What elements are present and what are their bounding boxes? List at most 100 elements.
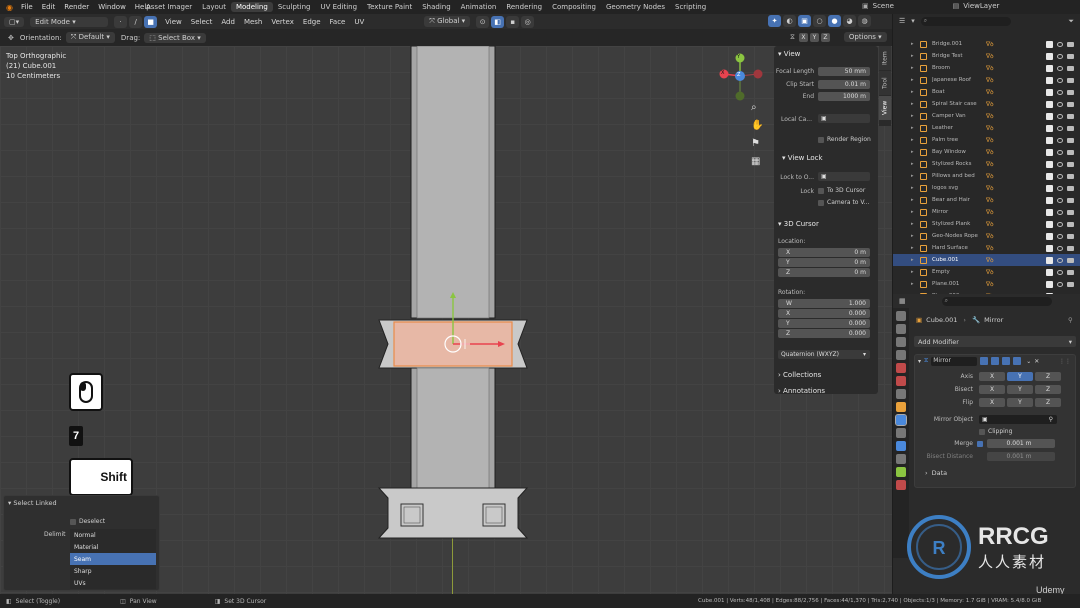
expand-arrow-icon[interactable]: ▸ bbox=[911, 257, 920, 263]
gizmo-toggle-icon[interactable]: ✦ bbox=[768, 15, 781, 27]
exclude-checkbox[interactable] bbox=[1046, 52, 1053, 60]
outliner-row[interactable]: ▸ Camper Van ∇ꝺ bbox=[893, 110, 1080, 122]
visibility-eye-icon[interactable] bbox=[1057, 161, 1063, 167]
cursor-location-y[interactable]: Y0 m bbox=[778, 258, 870, 267]
on-cage-toggle-icon[interactable] bbox=[991, 357, 1000, 365]
exclude-checkbox[interactable] bbox=[1046, 280, 1053, 288]
cursor-rotation-w[interactable]: W 1.000 bbox=[778, 299, 870, 308]
menu-window[interactable]: Window bbox=[98, 3, 126, 11]
visibility-eye-icon[interactable] bbox=[1057, 257, 1063, 263]
outliner-row[interactable]: ▸ Bay Window ∇ꝺ bbox=[893, 146, 1080, 158]
menu-add[interactable]: Add bbox=[221, 18, 235, 26]
shading-wire-icon[interactable]: ○ bbox=[813, 15, 826, 27]
tab-animation[interactable]: Animation bbox=[456, 2, 502, 12]
visibility-eye-icon[interactable] bbox=[1057, 65, 1063, 71]
merge-distance-field[interactable]: 0.001 m bbox=[987, 439, 1055, 448]
shading-render-icon[interactable]: ◍ bbox=[858, 15, 871, 27]
visibility-eye-icon[interactable] bbox=[1057, 53, 1063, 59]
exclude-checkbox[interactable] bbox=[1046, 88, 1053, 96]
collection-tab-icon[interactable] bbox=[896, 389, 906, 399]
render-camera-icon[interactable] bbox=[1067, 173, 1074, 179]
expand-arrow-icon[interactable]: ▸ bbox=[911, 89, 920, 95]
material-tab-icon[interactable] bbox=[896, 480, 906, 490]
visibility-eye-icon[interactable] bbox=[1057, 89, 1063, 95]
render-camera-icon[interactable] bbox=[1067, 41, 1074, 47]
render-camera-icon[interactable] bbox=[1067, 137, 1074, 143]
view-layer-tab-icon[interactable] bbox=[896, 350, 906, 360]
cursor-location-z[interactable]: Z0 m bbox=[778, 268, 870, 277]
expand-arrow-icon[interactable]: ▸ bbox=[911, 281, 920, 287]
bisect-distance-field[interactable]: 0.001 m bbox=[987, 452, 1055, 461]
tab-tool[interactable]: Tool bbox=[879, 71, 891, 95]
render-camera-icon[interactable] bbox=[1067, 53, 1074, 59]
outliner-search-field[interactable]: ⌕ bbox=[920, 16, 1011, 26]
expand-arrow-icon[interactable]: ▸ bbox=[911, 113, 920, 119]
cursor-rotation-x[interactable]: X 0.000 bbox=[778, 309, 870, 318]
orientation-dropdown[interactable]: ⤧ Default ▾ bbox=[65, 32, 115, 43]
exclude-checkbox[interactable] bbox=[1046, 160, 1053, 168]
outliner-row[interactable]: ▸ Broom ∇ꝺ bbox=[893, 62, 1080, 74]
move-tool-icon[interactable]: ✥ bbox=[8, 34, 14, 42]
zoom-icon[interactable]: ⌕ bbox=[751, 102, 763, 113]
tab-layout[interactable]: Layout bbox=[197, 2, 231, 12]
outliner-row[interactable]: ▸ Plane.001 ∇ꝺ bbox=[893, 278, 1080, 290]
lock-camera-to-view-checkbox[interactable]: Camera to V... bbox=[818, 199, 869, 206]
mode-dropdown[interactable]: Edit Mode ▾ bbox=[30, 16, 109, 27]
drag-dropdown[interactable]: ⬚ Select Box ▾ bbox=[144, 32, 206, 43]
options-dropdown[interactable]: Options ▾ bbox=[843, 32, 887, 42]
tab-geometry-nodes[interactable]: Geometry Nodes bbox=[601, 2, 670, 12]
add-modifier-button[interactable]: Add Modifier ▾ bbox=[914, 336, 1076, 347]
overlay-toggle-icon[interactable]: ◐ bbox=[783, 15, 796, 27]
outliner-row[interactable]: ▸ Pillows and bed ∇ꝺ bbox=[893, 170, 1080, 182]
visibility-eye-icon[interactable] bbox=[1057, 125, 1063, 131]
exclude-checkbox[interactable] bbox=[1046, 268, 1053, 276]
cursor-rotation-y[interactable]: Y 0.000 bbox=[778, 319, 870, 328]
visibility-eye-icon[interactable] bbox=[1057, 233, 1063, 239]
render-camera-icon[interactable] bbox=[1067, 161, 1074, 167]
shading-material-icon[interactable]: ◕ bbox=[843, 15, 856, 27]
axis-x-toggle[interactable]: X bbox=[979, 372, 1005, 381]
expand-arrow-icon[interactable]: ▸ bbox=[911, 209, 920, 215]
visibility-eye-icon[interactable] bbox=[1057, 281, 1063, 287]
properties-search-field[interactable]: ⌕ bbox=[941, 296, 1052, 306]
exclude-checkbox[interactable] bbox=[1046, 196, 1053, 204]
outliner-row[interactable]: ▸ Mirror ∇ꝺ bbox=[893, 206, 1080, 218]
visibility-eye-icon[interactable] bbox=[1057, 221, 1063, 227]
pin-icon[interactable]: ⚲ bbox=[1068, 316, 1073, 324]
view-section-header[interactable]: ▾ View bbox=[778, 50, 800, 58]
rotation-mode-dropdown[interactable]: Quaternion (WXYZ) ▾ bbox=[778, 350, 870, 359]
menu-edge[interactable]: Edge bbox=[303, 18, 321, 26]
grid-view-icon[interactable]: ▦ bbox=[751, 156, 763, 167]
mirror-object-field[interactable]: ▣ ⚲ bbox=[979, 415, 1057, 424]
axis-z-toggle[interactable]: Z bbox=[1035, 372, 1061, 381]
visibility-eye-icon[interactable] bbox=[1057, 269, 1063, 275]
render-camera-icon[interactable] bbox=[1067, 89, 1074, 95]
tab-sculpting[interactable]: Sculpting bbox=[273, 2, 316, 12]
clip-start-field[interactable]: 0.01 m bbox=[818, 80, 870, 89]
visibility-eye-icon[interactable] bbox=[1057, 77, 1063, 83]
object-tab-icon[interactable] bbox=[896, 402, 906, 412]
render-camera-icon[interactable] bbox=[1067, 269, 1074, 275]
clip-end-field[interactable]: 1000 m bbox=[818, 92, 870, 101]
delimit-uvs[interactable]: UVs bbox=[70, 577, 156, 589]
local-camera-field[interactable]: ▣ bbox=[818, 114, 870, 123]
exclude-checkbox[interactable] bbox=[1046, 148, 1053, 156]
exclude-checkbox[interactable] bbox=[1046, 76, 1053, 84]
exclude-checkbox[interactable] bbox=[1046, 208, 1053, 216]
tab-texture-paint[interactable]: Texture Paint bbox=[362, 2, 417, 12]
drag-handle-icon[interactable]: ⋮⋮ bbox=[1059, 358, 1071, 365]
modifier-menu-icon[interactable]: ⌄ bbox=[1026, 358, 1031, 365]
exclude-checkbox[interactable] bbox=[1046, 40, 1053, 48]
3d-cursor-header[interactable]: ▾ 3D Cursor bbox=[778, 220, 819, 228]
pivot-icon[interactable]: ⊙ bbox=[476, 15, 490, 28]
visibility-eye-icon[interactable] bbox=[1057, 185, 1063, 191]
transform-orientation-dropdown[interactable]: ⤧ Global ▾ bbox=[424, 16, 471, 27]
snap-target-icon[interactable]: ▪ bbox=[506, 15, 520, 28]
constraints-tab-icon[interactable] bbox=[896, 454, 906, 464]
tab-uv-editing[interactable]: UV Editing bbox=[316, 2, 363, 12]
exclude-checkbox[interactable] bbox=[1046, 232, 1053, 240]
view-lock-header[interactable]: ▾ View Lock bbox=[782, 154, 823, 162]
expand-arrow-icon[interactable]: ▸ bbox=[911, 161, 920, 167]
expand-arrow-icon[interactable]: ▸ bbox=[911, 77, 920, 83]
visibility-eye-icon[interactable] bbox=[1057, 149, 1063, 155]
